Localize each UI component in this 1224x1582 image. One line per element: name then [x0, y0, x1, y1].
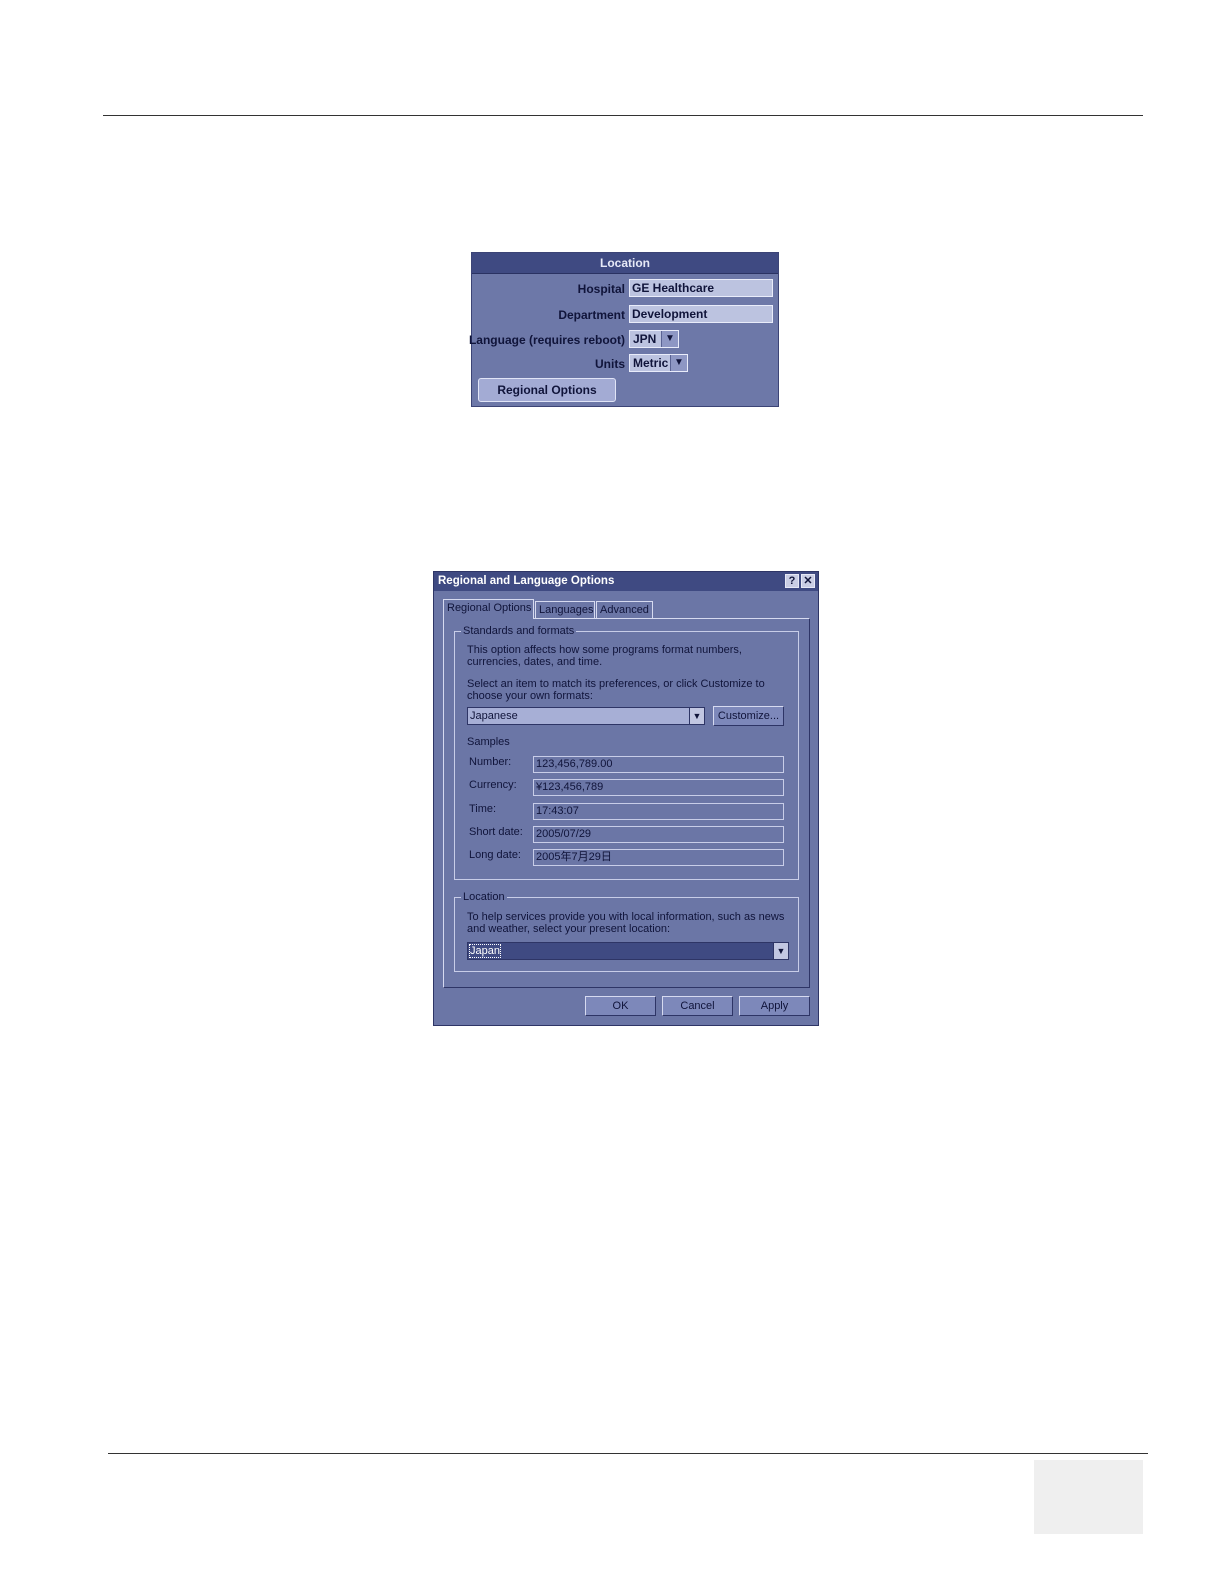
location-panel-title: Location — [472, 253, 778, 274]
header-rule — [103, 115, 1143, 116]
tab-regional-options[interactable]: Regional Options — [443, 599, 534, 619]
location-group-title: Location — [461, 891, 507, 903]
sample-label-number: Number: — [469, 756, 512, 768]
tab-languages[interactable]: Languages — [535, 601, 595, 618]
department-label: Department — [558, 308, 625, 322]
cancel-button[interactable]: Cancel — [662, 996, 733, 1016]
chevron-down-icon[interactable]: ▼ — [689, 708, 704, 724]
units-select-value: Metric — [633, 356, 669, 370]
department-field[interactable]: Development — [629, 305, 773, 323]
units-label: Units — [595, 357, 625, 371]
hospital-row: Hospital GE Healthcare — [472, 279, 780, 299]
sample-label-short-date: Short date: — [469, 826, 523, 838]
department-row: Department Development — [472, 305, 780, 325]
sample-value-short-date: 2005/07/29 — [533, 826, 784, 843]
dialog-titlebar: Regional and Language Options ? ✕ — [434, 572, 818, 591]
location-select-value: Japan — [469, 944, 501, 958]
dialog-title: Regional and Language Options — [438, 575, 615, 587]
hospital-field[interactable]: GE Healthcare — [629, 279, 773, 297]
chevron-down-icon[interactable]: ▼ — [773, 943, 788, 959]
location-panel: Location Hospital GE Healthcare Departme… — [469, 252, 780, 407]
sample-label-long-date: Long date: — [469, 849, 521, 861]
standards-select-prompt: Select an item to match its preferences,… — [467, 678, 765, 702]
tab-panel: Standards and formats This option affect… — [443, 618, 810, 988]
chevron-down-icon[interactable]: ▼ — [670, 355, 687, 371]
sample-label-currency: Currency: — [469, 779, 517, 791]
sample-value-number: 123,456,789.00 — [533, 756, 784, 773]
standards-group-title: Standards and formats — [461, 625, 577, 637]
format-select[interactable]: Japanese ▼ — [467, 707, 705, 725]
page-number-box — [1034, 1460, 1143, 1534]
samples-title: Samples — [467, 736, 510, 748]
apply-button[interactable]: Apply — [739, 996, 810, 1016]
chevron-down-icon[interactable]: ▼ — [661, 331, 678, 347]
units-select[interactable]: Metric ▼ — [629, 354, 688, 372]
help-icon[interactable]: ? — [785, 574, 799, 588]
standards-group: Standards and formats This option affect… — [454, 625, 799, 880]
standards-intro: This option affects how some programs fo… — [467, 644, 742, 668]
sample-value-currency: ¥123,456,789 — [533, 779, 784, 796]
tab-advanced[interactable]: Advanced — [596, 601, 653, 618]
format-select-value: Japanese — [470, 710, 518, 722]
ok-button[interactable]: OK — [585, 996, 656, 1016]
sample-value-long-date: 2005年7月29日 — [533, 849, 784, 866]
footer-rule — [108, 1453, 1148, 1454]
location-prompt: To help services provide you with local … — [467, 911, 785, 935]
units-row: Units Metric ▼ — [472, 354, 780, 374]
regional-language-dialog: Regional and Language Options ? ✕ Region… — [433, 571, 819, 1026]
sample-label-time: Time: — [469, 803, 497, 815]
customize-button[interactable]: Customize... — [713, 706, 784, 726]
language-select-value: JPN — [633, 332, 657, 346]
language-select[interactable]: JPN ▼ — [629, 330, 679, 348]
hospital-label: Hospital — [577, 282, 625, 296]
language-row: Language (requires reboot) JPN ▼ — [469, 330, 780, 350]
sample-value-time: 17:43:07 — [533, 803, 784, 820]
location-select[interactable]: Japan ▼ — [467, 942, 789, 960]
location-group: Location To help services provide you wi… — [454, 891, 799, 972]
close-icon[interactable]: ✕ — [801, 574, 815, 588]
language-label: Language (requires reboot) — [468, 333, 625, 347]
regional-options-button[interactable]: Regional Options — [478, 378, 616, 402]
